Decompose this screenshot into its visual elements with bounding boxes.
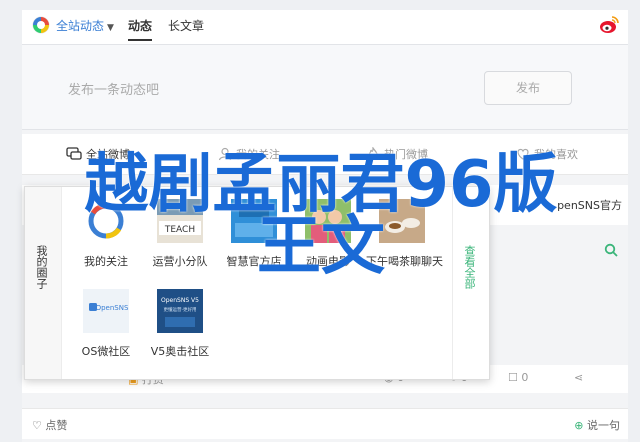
filter-hot[interactable]: 热门微博 (366, 146, 428, 162)
movies-thumbnail (305, 199, 351, 243)
store-thumbnail (231, 199, 277, 243)
circle-tile-following[interactable]: 我的关注 (70, 199, 142, 269)
weibo-icon[interactable] (598, 14, 620, 36)
circle-tile-ops[interactable]: TEACH 运营小分队 (144, 199, 216, 269)
tile-label: 下午喝茶聊聊天 (366, 255, 443, 268)
post-source-label[interactable]: penSNS官方 (557, 197, 622, 213)
tile-label: 我的关注 (84, 255, 128, 268)
filter-label: 全站微博 (86, 148, 130, 161)
filter-all-weibo[interactable]: 全站微博 (66, 146, 130, 162)
circle-tile-store[interactable]: 智慧官方店 (218, 199, 290, 269)
tea-thumbnail (379, 199, 425, 243)
teach-text: TEACH (164, 225, 195, 235)
circle-tile-movies[interactable]: 动画电影 (292, 199, 364, 269)
circle-tile-os[interactable]: OpenSNS OS微社区 (70, 289, 142, 359)
circle-tile-v5[interactable]: OpenSNS V5 更懂运营·更好用 V5奥击社区 (144, 289, 216, 359)
tab-articles[interactable]: 长文章 (168, 17, 204, 34)
filter-label: 我的喜欢 (534, 148, 578, 161)
view-all-link[interactable]: 查看全部 (463, 245, 478, 289)
search-icon[interactable] (604, 243, 618, 257)
filter-label: 我的关注 (236, 148, 280, 161)
post-footer: ♡ 点赞 ⊕ 说一句 (22, 408, 628, 439)
v5-title-text: OpenSNS V5 (161, 297, 199, 304)
site-scope-dropdown[interactable]: 全站动态 ▼ (56, 17, 114, 34)
heart-icon: ♡ (32, 419, 42, 432)
ops-thumbnail: TEACH (157, 199, 203, 243)
top-nav: 全站动态 ▼ 动态 长文章 (22, 10, 628, 45)
filter-following[interactable]: 我的关注 (218, 146, 280, 162)
v5-thumbnail: OpenSNS V5 更懂运营·更好用 (157, 289, 203, 333)
site-scope-label: 全站动态 (56, 19, 105, 33)
chevron-down-icon: ▼ (107, 23, 114, 33)
say-label: 说一句 (587, 419, 620, 432)
opensns-thumbnail: OpenSNS (83, 289, 129, 333)
tile-label: 动画电影 (306, 255, 350, 268)
site-logo-icon (32, 16, 50, 34)
tile-label: OS微社区 (81, 345, 131, 358)
filter-likes[interactable]: 我的喜欢 (516, 146, 578, 162)
circles-popup: 我的圈子 我的关注 TEACH 运营小分队 智慧官方店 动画电影 下午喝茶聊聊天… (24, 186, 490, 380)
popup-left-column: 我的圈子 (25, 187, 62, 379)
flame-icon (368, 146, 378, 160)
user-icon (218, 147, 232, 161)
like-label: 点赞 (45, 419, 68, 432)
comment-button[interactable]: ☐ 0 (508, 371, 528, 384)
say-button[interactable]: ⊕ 说一句 (574, 417, 620, 433)
v5-sub-text: 更懂运营·更好用 (164, 306, 197, 313)
circle-tile-tea[interactable]: 下午喝茶聊聊天 (366, 199, 443, 269)
heart-icon (517, 148, 529, 160)
filter-label: 热门微博 (384, 148, 428, 161)
tile-label: 运营小分队 (152, 255, 208, 268)
my-circles-label[interactable]: 我的圈子 (35, 245, 50, 289)
tile-label: 智慧官方店 (226, 255, 282, 268)
popup-right-column: 查看全部 (452, 187, 489, 379)
chat-bubble-icon (66, 147, 82, 160)
comment-icon: ☐ (508, 371, 518, 384)
publish-button[interactable]: 发布 (484, 71, 572, 105)
tab-feed[interactable]: 动态 (128, 17, 153, 41)
tile-label: V5奥击社区 (150, 345, 210, 358)
share-icon: ⋖ (574, 371, 584, 384)
comment-count: 0 (521, 371, 529, 384)
post-composer: 发布一条动态吧 发布 (22, 45, 628, 130)
comment-plus-icon: ⊕ (574, 419, 584, 432)
like-button[interactable]: ♡ 点赞 (32, 417, 67, 433)
share-button[interactable]: ⋖ (574, 371, 583, 384)
composer-input[interactable]: 发布一条动态吧 (68, 79, 159, 98)
feed-filter-tabs: 全站微博 我的关注 热门微博 我的喜欢 (22, 134, 628, 175)
opensns-text: OpenSNS (96, 304, 129, 312)
following-thumbnail (83, 199, 129, 243)
